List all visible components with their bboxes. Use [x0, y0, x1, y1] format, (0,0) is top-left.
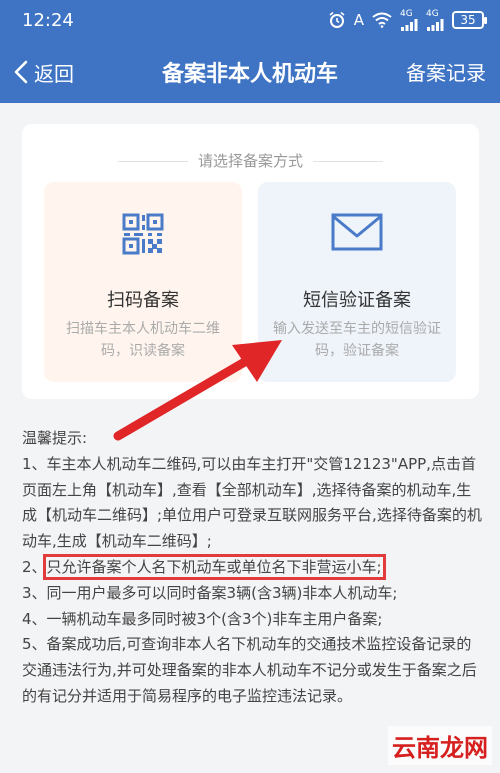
- filing-method-card: 请选择备案方式 扫码备案 扫描车主本人机动车二维码，识读备案 短信验证备案 输入…: [22, 124, 479, 399]
- divider-left: [117, 161, 188, 162]
- watermark-logo: 云南龙网: [388, 726, 492, 765]
- tips-section: 温馨提示: 1、车主本人机动车二维码,可以由车主打开"交管12123"APP,点…: [22, 426, 482, 710]
- signal-icon-2: 4G: [426, 9, 444, 31]
- app-header: 12:24 A 4G 4G 35 返回 备案非本人机动车 备案记录: [0, 0, 500, 103]
- status-bar: 12:24 A 4G 4G 35: [0, 0, 500, 40]
- sms-verify-option[interactable]: 短信验证备案 输入发送至车主的短信验证码，验证备案: [258, 182, 456, 382]
- scan-code-option[interactable]: 扫码备案 扫描车主本人机动车二维码，识读备案: [44, 182, 242, 382]
- nav-bar: 返回 备案非本人机动车 备案记录: [0, 44, 500, 100]
- sms-verify-option-desc: 输入发送至车主的短信验证码，验证备案: [273, 321, 441, 359]
- back-button[interactable]: 返回: [14, 56, 74, 88]
- qr-code-icon: [44, 212, 242, 256]
- filing-records-button[interactable]: 备案记录: [406, 57, 486, 86]
- chevron-left-icon: [14, 60, 28, 84]
- signal-icon: 4G: [400, 9, 418, 31]
- card-title: 请选择备案方式: [22, 150, 479, 171]
- tips-title: 温馨提示:: [22, 429, 88, 447]
- scan-code-option-desc: 扫描车主本人机动车二维码，识读备案: [66, 321, 220, 359]
- battery-icon: 35: [452, 11, 487, 29]
- tip-item-3: 3、同一用户最多可以同时备案3辆(含3辆)非本人机动车;: [22, 583, 398, 602]
- scan-code-option-name: 扫码备案: [107, 290, 179, 311]
- a-indicator: A: [353, 11, 364, 29]
- wifi-icon: [372, 12, 392, 28]
- tip-item-2-number: 2、: [22, 557, 47, 576]
- sms-verify-option-name: 短信验证备案: [303, 290, 411, 311]
- tip-item-2-highlighted: 只允许备案个人名下机动车或单位名下非营运小车;: [42, 553, 386, 580]
- status-time: 12:24: [22, 10, 74, 31]
- envelope-icon: [258, 212, 456, 256]
- tip-item-2: 2、只允许备案个人名下机动车或单位名下非营运小车;: [22, 553, 482, 581]
- alarm-icon: [328, 11, 346, 29]
- divider-right: [313, 161, 383, 162]
- back-label: 返回: [34, 61, 74, 86]
- status-icons: A 4G 4G 35: [328, 9, 487, 31]
- tip-item-5: 5、备案成功后,可查询非本人名下机动车的交通技术监控设备记录的交通违法行为,并可…: [22, 635, 477, 705]
- tip-item-4: 4、一辆机动车最多同时被3个(含3个)非车主用户备案;: [22, 609, 383, 628]
- tip-item-1: 1、车主本人机动车二维码,可以由车主打开"交管12123"APP,点击首页面左上…: [22, 454, 482, 551]
